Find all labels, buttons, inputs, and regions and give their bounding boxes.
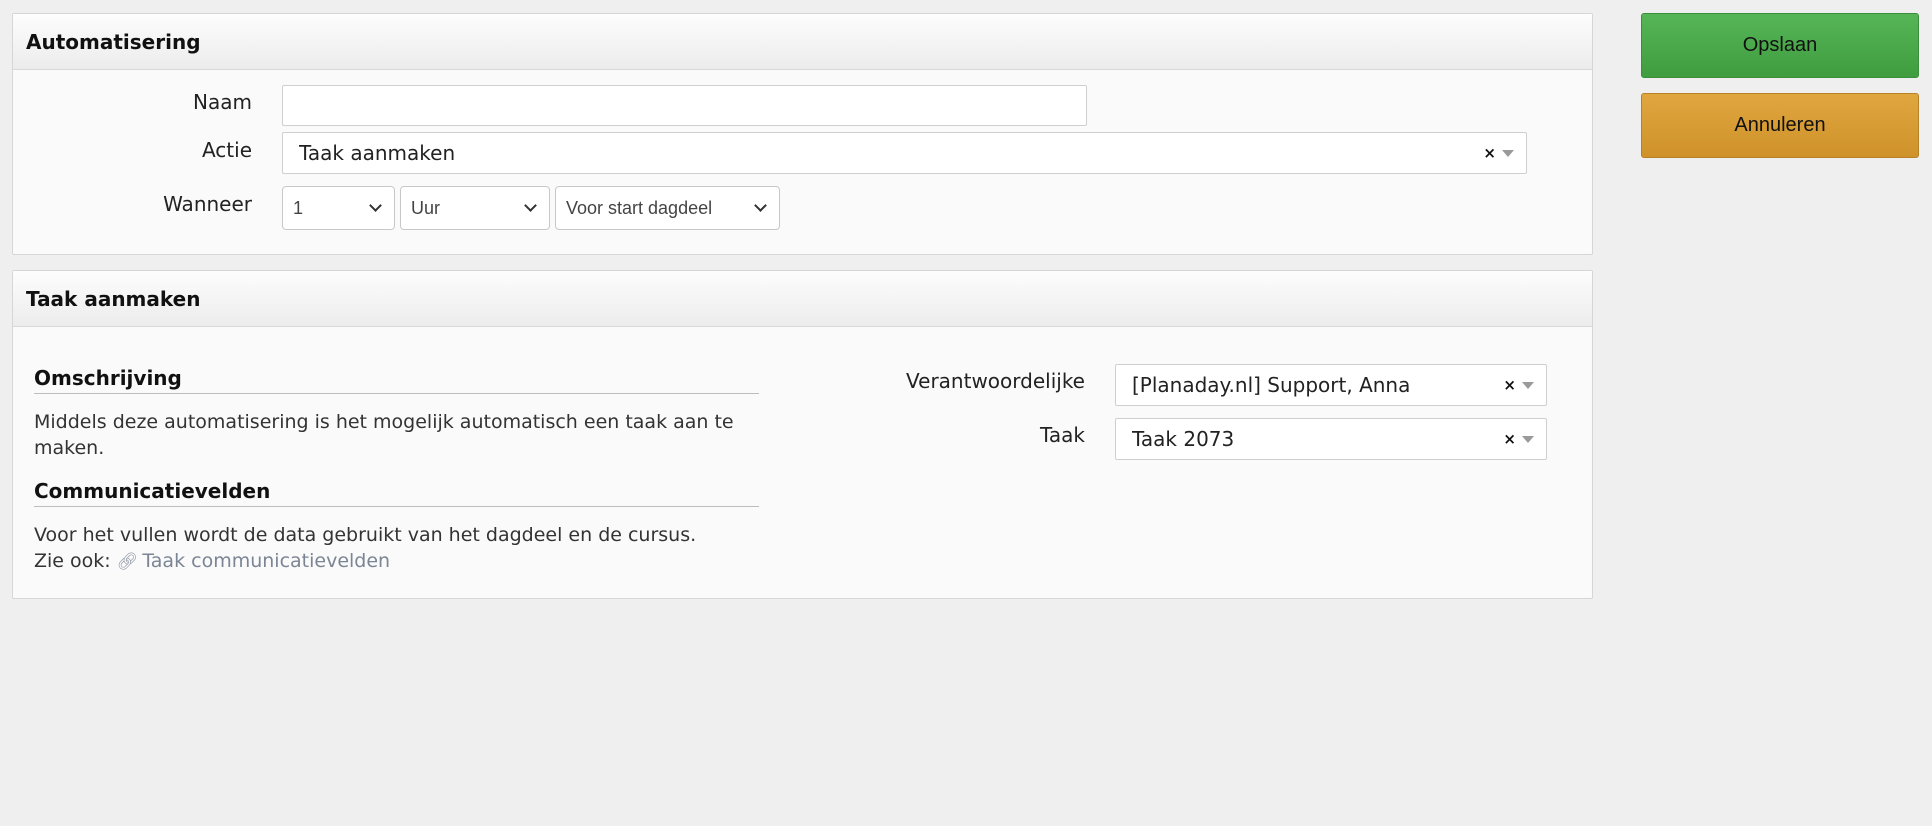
taak-select-value: Taak 2073	[1132, 427, 1235, 451]
verantwoordelijke-label: Verantwoordelijke	[906, 369, 1085, 393]
automatisering-panel-title: Automatisering	[13, 14, 1592, 70]
communicatievelden-heading: Communicatievelden	[34, 479, 759, 507]
verantwoordelijke-clear-icon[interactable]: ×	[1503, 376, 1516, 394]
wanneer-unit-select[interactable]: Uur	[400, 186, 550, 230]
zie-ook-label: Zie ook:	[34, 550, 111, 572]
save-button[interactable]: Opslaan	[1641, 13, 1919, 78]
link-icon: 🔗︎	[116, 552, 139, 572]
naam-field[interactable]	[282, 85, 1087, 126]
verantwoordelijke-caret-down-icon[interactable]	[1522, 381, 1534, 389]
communicatievelden-text: Voor het vullen wordt de data gebruikt v…	[34, 524, 697, 546]
wanneer-unit-chevron-down-icon	[524, 199, 537, 212]
taak-aanmaken-panel-title: Taak aanmaken	[13, 271, 1592, 327]
wanneer-label: Wanneer	[163, 192, 252, 216]
wanneer-moment-select[interactable]: Voor start dagdeel	[555, 186, 780, 230]
actie-caret-down-icon[interactable]	[1502, 149, 1514, 157]
actie-clear-icon[interactable]: ×	[1483, 144, 1496, 162]
actie-select-value: Taak aanmaken	[299, 141, 456, 165]
naam-input[interactable]	[283, 86, 1086, 125]
actie-select[interactable]: Taak aanmaken ×	[282, 132, 1527, 174]
taak-select[interactable]: Taak 2073 ×	[1115, 418, 1547, 460]
actie-label: Actie	[201, 138, 252, 162]
omschrijving-text: Middels deze automatisering is het mogel…	[34, 411, 734, 459]
taak-caret-down-icon[interactable]	[1522, 435, 1534, 443]
wanneer-amount-select[interactable]: 1	[282, 186, 395, 230]
taak-clear-icon[interactable]: ×	[1503, 430, 1516, 448]
taak-communicatievelden-link[interactable]: Taak communicatievelden	[142, 550, 390, 572]
verantwoordelijke-select-value: [Planaday.nl] Support, Anna	[1132, 373, 1411, 397]
verantwoordelijke-select[interactable]: [Planaday.nl] Support, Anna ×	[1115, 364, 1547, 406]
wanneer-moment-value: Voor start dagdeel	[566, 197, 713, 218]
wanneer-amount-value: 1	[293, 197, 304, 218]
cancel-button[interactable]: Annuleren	[1641, 93, 1919, 158]
wanneer-moment-chevron-down-icon	[754, 199, 767, 212]
wanneer-amount-chevron-down-icon	[369, 199, 382, 212]
taak-label: Taak	[1040, 423, 1085, 447]
wanneer-unit-value: Uur	[411, 197, 441, 218]
omschrijving-heading: Omschrijving	[34, 366, 759, 394]
naam-label: Naam	[193, 90, 252, 114]
zie-ook-line: Zie ook: 🔗︎ Taak communicatievelden	[34, 548, 734, 575]
